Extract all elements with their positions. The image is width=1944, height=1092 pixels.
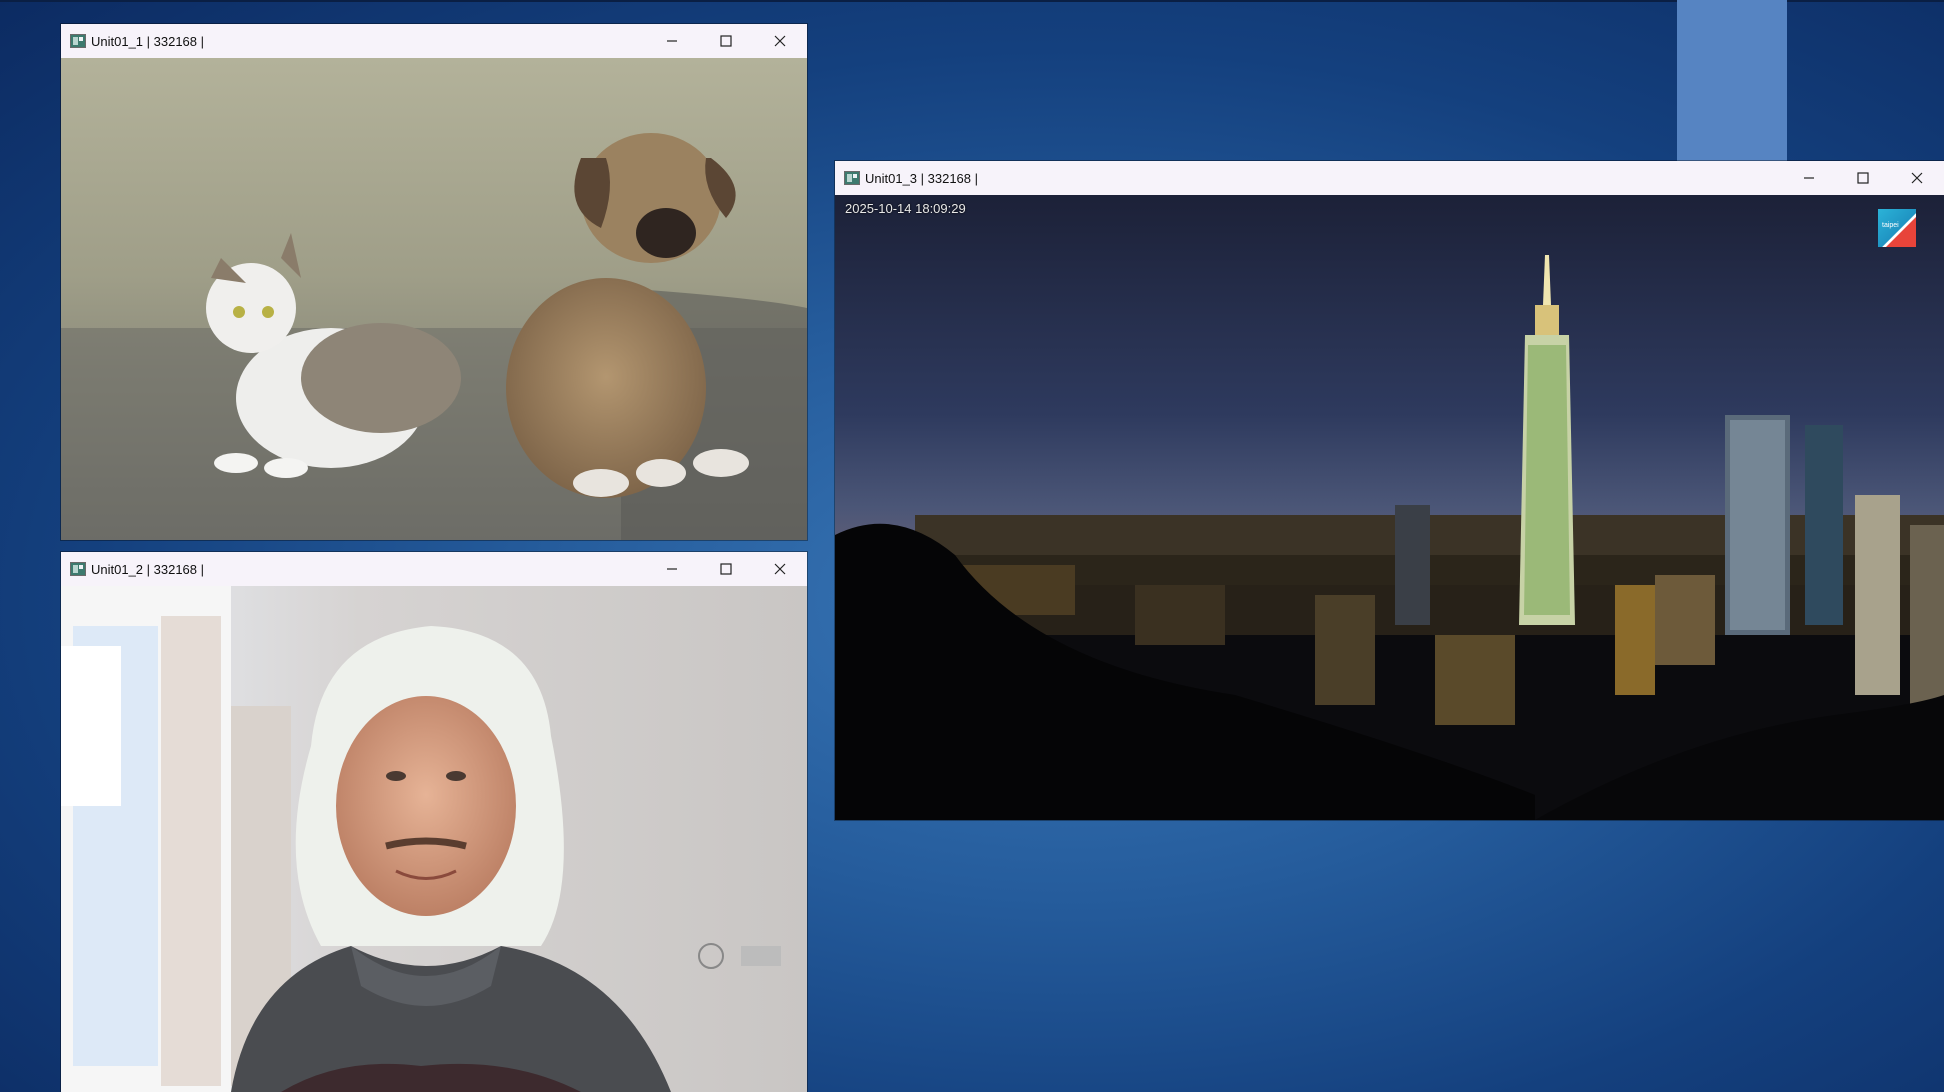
webcam-person-image <box>61 586 807 1092</box>
maximize-icon <box>1857 172 1869 184</box>
video-feed-webcam <box>61 586 807 1092</box>
window-titlebar[interactable]: Unit01_3 | 332168 | <box>835 161 1944 195</box>
maximize-button[interactable] <box>1836 161 1890 195</box>
window-title: Unit01_3 | 332168 | <box>865 170 979 186</box>
video-window-unit3[interactable]: Unit01_3 | 332168 | 2025-10-14 18:09:29 … <box>835 161 1944 820</box>
broadcaster-logo: taipei <box>1878 209 1916 247</box>
close-icon <box>774 35 786 47</box>
maximize-button[interactable] <box>699 24 753 58</box>
app-icon <box>70 34 86 48</box>
minimize-button[interactable] <box>645 552 699 586</box>
minimize-icon <box>1804 177 1814 179</box>
video-feed-city-skyline: 2025-10-14 18:09:29 taipei <box>835 195 1944 820</box>
taipei-night-skyline-image <box>835 195 1944 820</box>
video-feed-cat-and-puppy <box>61 58 807 540</box>
maximize-icon <box>720 563 732 575</box>
window-titlebar[interactable]: Unit01_1 | 332168 | <box>61 24 807 58</box>
minimize-button[interactable] <box>1782 161 1836 195</box>
window-titlebar[interactable]: Unit01_2 | 332168 | <box>61 552 807 586</box>
maximize-icon <box>720 35 732 47</box>
maximize-button[interactable] <box>699 552 753 586</box>
app-icon <box>844 171 860 185</box>
close-icon <box>774 563 786 575</box>
close-icon <box>1911 172 1923 184</box>
app-icon <box>70 562 86 576</box>
video-window-unit2[interactable]: Unit01_2 | 332168 | <box>61 552 807 1092</box>
close-button[interactable] <box>753 24 807 58</box>
video-window-unit1[interactable]: Unit01_1 | 332168 | <box>61 24 807 540</box>
cat-and-puppy-image <box>61 58 807 540</box>
window-title: Unit01_2 | 332168 | <box>91 561 205 577</box>
minimize-icon <box>667 40 677 42</box>
minimize-button[interactable] <box>645 24 699 58</box>
minimize-icon <box>667 568 677 570</box>
desktop-background-strip <box>1677 0 1787 162</box>
broadcaster-logo-text: taipei <box>1882 222 1899 229</box>
screen-top-edge <box>0 0 1944 2</box>
close-button[interactable] <box>1890 161 1944 195</box>
camera-timestamp: 2025-10-14 18:09:29 <box>845 201 966 216</box>
window-title: Unit01_1 | 332168 | <box>91 33 205 49</box>
close-button[interactable] <box>753 552 807 586</box>
